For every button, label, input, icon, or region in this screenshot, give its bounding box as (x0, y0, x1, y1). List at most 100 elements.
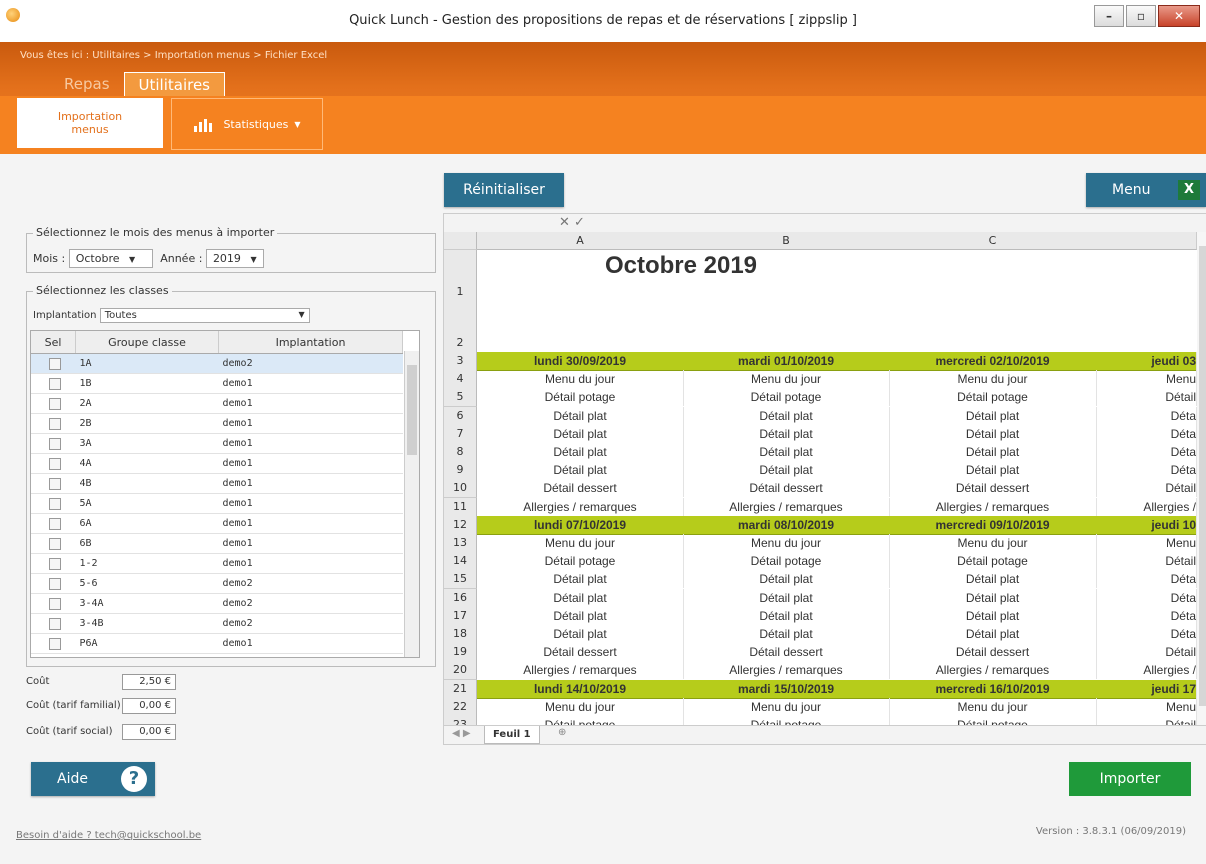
menu-item-cell[interactable]: Détail plat (889, 443, 1097, 461)
menu-item-cell[interactable]: Détail dessert (683, 643, 890, 662)
menu-item-cell[interactable]: Déta (1096, 461, 1197, 480)
row-header[interactable]: 4 (444, 370, 477, 390)
importer-button[interactable]: Importer (1069, 762, 1191, 796)
column-header[interactable]: B (683, 232, 890, 250)
close-button[interactable]: ✕ (1158, 5, 1200, 27)
table-row[interactable]: 2B demo1 (31, 413, 403, 434)
menu-item-cell[interactable]: Détail plat (683, 588, 890, 607)
day-header-cell[interactable]: mardi 01/10/2019 (683, 352, 890, 371)
row-checkbox[interactable] (31, 573, 76, 594)
menu-item-cell[interactable]: Détail potage (477, 552, 684, 571)
aide-button[interactable]: Aide ? (31, 762, 155, 796)
row-checkbox[interactable] (31, 633, 76, 654)
menu-item-cell[interactable]: Menu du jour (683, 534, 890, 552)
table-row[interactable]: 1A demo2 (31, 353, 403, 374)
menu-item-cell[interactable]: Détail dessert (889, 643, 1097, 662)
menu-item-cell[interactable]: Détail plat (889, 606, 1097, 625)
table-row[interactable]: 5-6 demo2 (31, 573, 403, 594)
day-header-cell[interactable]: lundi 30/09/2019 (477, 352, 684, 371)
annee-select[interactable]: 2019 ▼ (205, 249, 264, 268)
menu-item-cell[interactable]: Détail potage (683, 552, 890, 571)
column-header[interactable] (1096, 232, 1197, 250)
day-header-cell[interactable]: mardi 15/10/2019 (683, 679, 890, 699)
day-header-cell[interactable]: jeudi 17 (1096, 679, 1197, 699)
classes-grid[interactable]: Sel Groupe classe Implantation 1A demo2 1B… (30, 330, 420, 658)
table-row[interactable]: 6A demo1 (31, 513, 403, 534)
row-header[interactable]: 3 (444, 352, 477, 371)
row-checkbox[interactable] (31, 593, 76, 614)
menu-item-cell[interactable]: Détail plat (683, 625, 890, 643)
menu-item-cell[interactable]: Déta (1096, 570, 1197, 589)
menu-item-cell[interactable]: Détail dessert (477, 479, 684, 498)
menu-item-cell[interactable]: Détail potage (889, 552, 1097, 571)
row-header[interactable]: 9 (444, 461, 477, 481)
row-checkbox[interactable] (31, 373, 76, 394)
formula-icons[interactable]: ✕ ✓ (559, 215, 585, 230)
menu-item-cell[interactable]: Détail plat (889, 625, 1097, 643)
menu-item-cell[interactable]: Menu du jour (889, 370, 1097, 389)
menu-item-cell[interactable]: Allergies / remarques (477, 661, 684, 680)
grid-scrollbar[interactable] (404, 351, 419, 657)
menu-item-cell[interactable]: Menu du jour (889, 534, 1097, 552)
table-row[interactable]: 3A demo1 (31, 433, 403, 454)
day-header-cell[interactable]: mercredi 16/10/2019 (889, 679, 1097, 699)
menu-item-cell[interactable]: Déta (1096, 625, 1197, 643)
row-checkbox[interactable] (31, 533, 76, 554)
menu-item-cell[interactable]: Déta (1096, 588, 1197, 607)
day-header-cell[interactable]: lundi 14/10/2019 (477, 679, 684, 699)
menu-item-cell[interactable]: Détail dessert (683, 479, 890, 498)
row-header[interactable]: 22 (444, 697, 477, 717)
day-header-cell[interactable]: lundi 07/10/2019 (477, 515, 684, 535)
column-header[interactable]: A (477, 232, 684, 250)
row-header[interactable]: 8 (444, 443, 477, 462)
menu-item-cell[interactable]: Détail plat (477, 424, 684, 443)
cost-input[interactable]: 0,00 € (122, 724, 176, 740)
table-row[interactable]: 2A demo1 (31, 393, 403, 414)
col-implantation[interactable]: Implantation (218, 331, 403, 354)
table-row[interactable]: 5A demo1 (31, 493, 403, 514)
sheet-tab-feuil1[interactable]: Feuil 1 (484, 726, 540, 744)
row-header[interactable]: 16 (444, 588, 477, 608)
menu-item-cell[interactable]: Menu du jour (683, 370, 890, 389)
cost-input[interactable]: 2,50 € (122, 674, 176, 690)
menu-item-cell[interactable]: Allergies / remarques (477, 497, 684, 516)
row-header[interactable]: 10 (444, 479, 477, 499)
menu-item-cell[interactable]: Menu du jour (477, 370, 684, 389)
day-header-cell[interactable]: jeudi 03 (1096, 352, 1197, 371)
mois-select[interactable]: Octobre ▼ (68, 249, 153, 268)
reinitialiser-button[interactable]: Réinitialiser (444, 173, 564, 207)
menu-item-cell[interactable]: Détail plat (477, 606, 684, 625)
table-row[interactable]: P1Cdemo1 (31, 653, 403, 657)
menu-item-cell[interactable]: Détail plat (683, 606, 890, 625)
menu-item-cell[interactable]: Détail (1096, 552, 1197, 571)
menu-item-cell[interactable]: Détail plat (683, 406, 890, 425)
corner-header[interactable] (444, 232, 477, 250)
row-header[interactable]: 15 (444, 570, 477, 590)
menu-item-cell[interactable]: Menu du jour (477, 697, 684, 716)
row-checkbox[interactable] (31, 453, 76, 474)
table-row[interactable]: 6B demo1 (31, 533, 403, 554)
menu-item-cell[interactable]: Détail plat (683, 461, 890, 480)
menu-item-cell[interactable]: Détail plat (889, 406, 1097, 425)
row-header[interactable]: 19 (444, 643, 477, 663)
menu-item-cell[interactable]: Détail plat (477, 406, 684, 425)
menu-item-cell[interactable]: Déta (1096, 424, 1197, 443)
menu-item-cell[interactable]: Détail plat (889, 461, 1097, 480)
menu-item-cell[interactable]: Détail plat (477, 461, 684, 480)
minimize-button[interactable]: – (1094, 5, 1124, 27)
row-header[interactable]: 2 (444, 334, 477, 353)
menu-item-cell[interactable]: Détail dessert (889, 479, 1097, 498)
menu-item-cell[interactable]: Détail plat (477, 570, 684, 589)
menu-item-cell[interactable]: Détail plat (889, 570, 1097, 589)
row-checkbox[interactable] (31, 553, 76, 574)
menu-item-cell[interactable]: Détail plat (477, 625, 684, 643)
menu-excel-button[interactable]: Menu X (1086, 173, 1206, 207)
row-header[interactable]: 1 (444, 250, 477, 335)
spreadsheet-preview[interactable]: ✕ ✓ A B C 1 2 3 lundi 30/09/2019 mardi 01/10/20… (443, 213, 1206, 745)
menu-item-cell[interactable]: Détail dessert (477, 643, 684, 662)
menu-item-cell[interactable]: Allergies / (1096, 661, 1197, 680)
menu-item-cell[interactable]: Menu du jour (889, 697, 1097, 716)
menu-item-cell[interactable]: Menu (1096, 534, 1197, 552)
table-row[interactable]: 3-4A demo2 (31, 593, 403, 614)
menu-item-cell[interactable]: Détail plat (477, 443, 684, 461)
